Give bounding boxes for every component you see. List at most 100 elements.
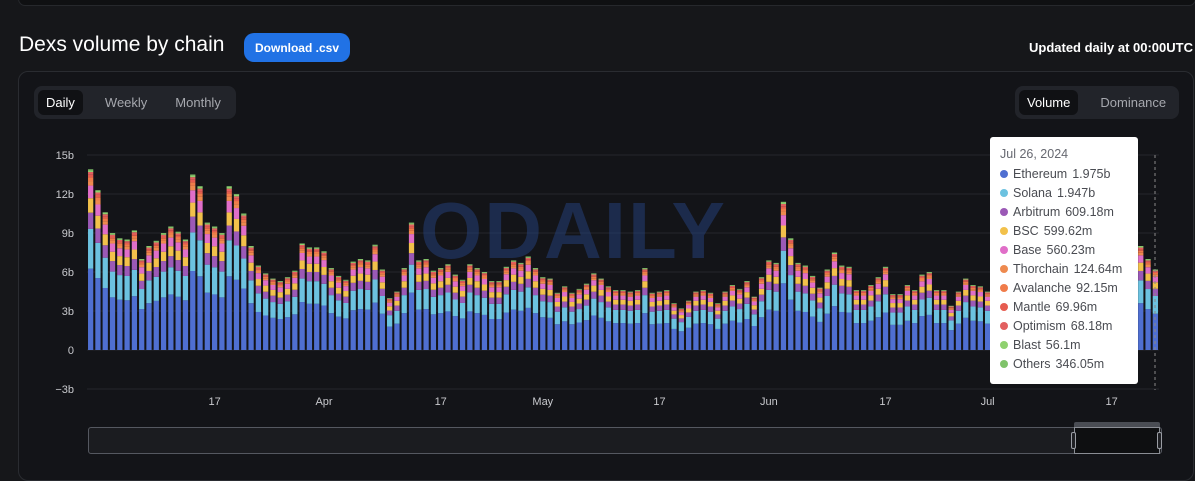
bar-segment-optimism	[766, 262, 771, 263]
bar-segment-thorchain	[168, 235, 173, 238]
bar-segment-mantle	[759, 279, 764, 280]
bar-segment-mantle	[1138, 249, 1143, 251]
bar-segment-base	[912, 296, 917, 300]
bar-segment-blast	[190, 175, 195, 177]
bar-segment-arbitrum	[438, 288, 443, 295]
tooltip-row: Optimism68.18m	[1000, 316, 1128, 335]
bar-segment-mantle	[584, 286, 589, 287]
bar-segment-base	[270, 285, 275, 290]
x-tick-label: Apr	[315, 396, 332, 408]
bar-segment-optimism	[599, 280, 604, 281]
bar-segment-ethereum	[970, 321, 975, 350]
bar-segment-mantle	[292, 273, 297, 274]
bar-segment-optimism	[496, 282, 501, 283]
bar-segment-ethereum	[919, 316, 924, 350]
bar-segment-solana	[248, 280, 253, 303]
bar-segment-bsc	[205, 243, 210, 253]
bar-segment-solana	[453, 299, 458, 316]
bar-segment-solana	[227, 240, 232, 276]
bar-segment-avalanche	[934, 293, 939, 294]
bar-segment-arbitrum	[190, 217, 195, 233]
bar-segment-ethereum	[854, 323, 859, 350]
bar-segment-base	[817, 293, 822, 297]
bar-segment-avalanche	[620, 293, 625, 294]
tooltip-row: Others346.05m	[1000, 354, 1128, 373]
bar-segment-base	[380, 277, 385, 283]
bar-segment-solana	[664, 310, 669, 323]
bar-segment-optimism	[963, 280, 968, 281]
bar-segment-arbitrum	[577, 304, 582, 310]
bar-segment-base	[234, 208, 239, 219]
bar-segment-thorchain	[613, 294, 618, 296]
bar-segment-mantle	[963, 281, 968, 282]
bar-segment-avalanche	[197, 194, 202, 197]
y-tick-label: 12b	[56, 189, 74, 201]
bar-segment-arbitrum	[562, 302, 567, 308]
tooltip-series-name: Thorchain	[1013, 262, 1069, 276]
bar-segment-mantle	[314, 250, 319, 252]
bar-segment-base	[810, 283, 815, 288]
bar-segment-blast	[292, 271, 297, 272]
bar-segment-others	[183, 240, 188, 241]
bar-segment-ethereum	[482, 315, 487, 350]
bar-segment-optimism	[139, 260, 144, 261]
bar-segment-blast	[496, 281, 501, 282]
bar-segment-arbitrum	[139, 281, 144, 289]
bar-segment-arbitrum	[511, 282, 516, 290]
bar-segment-solana	[788, 275, 793, 300]
bar-segment-mantle	[912, 292, 917, 293]
bar-segment-optimism	[547, 280, 552, 281]
bar-segment-base	[825, 277, 830, 283]
bar-segment-arbitrum	[628, 306, 633, 311]
bar-segment-ethereum	[591, 315, 596, 350]
bar-segment-bsc	[825, 282, 830, 288]
bar-segment-avalanche	[270, 282, 275, 283]
bar-segment-optimism	[927, 273, 932, 274]
bar-segment-solana	[774, 292, 779, 311]
bar-segment-ethereum	[766, 310, 771, 350]
bar-segment-base	[256, 273, 261, 279]
bar-segment-mantle	[715, 305, 720, 306]
tooltip-row: Blast56.1m	[1000, 335, 1128, 354]
bar-segment-bsc	[219, 252, 224, 261]
bar-segment-ethereum	[314, 304, 319, 350]
bar-segment-optimism	[861, 291, 866, 292]
bar-segment-mantle	[263, 276, 268, 277]
bar-segment-solana	[263, 299, 268, 316]
bar-segment-blast	[628, 292, 633, 293]
bar-segment-ethereum	[905, 321, 910, 350]
bar-segment-others	[117, 238, 122, 239]
bar-segment-bsc	[766, 275, 771, 282]
brush-window[interactable]	[1074, 427, 1160, 454]
bar-segment-bsc	[154, 258, 159, 267]
bar-segment-base	[854, 296, 859, 300]
bar-segment-thorchain	[285, 282, 290, 284]
bar-segment-bsc	[774, 277, 779, 284]
bar-segment-mantle	[270, 281, 275, 282]
bar-segment-optimism	[409, 225, 414, 227]
bar-segment-others	[132, 230, 137, 231]
bar-segment-avalanche	[409, 228, 414, 231]
brush-right-handle[interactable]	[1157, 432, 1162, 449]
bar-segment-mantle	[868, 287, 873, 288]
bar-segment-base	[139, 267, 144, 273]
x-axis-ticks: 17Apr17May17Jun17Jul17	[208, 396, 1117, 408]
bar-segment-mantle	[190, 180, 195, 183]
bar-segment-bsc	[95, 216, 100, 229]
bar-segment-arbitrum	[642, 288, 647, 295]
bar-segment-solana	[708, 312, 713, 325]
bar-segment-blast	[234, 195, 239, 197]
bar-segment-thorchain	[927, 277, 932, 279]
bar-segment-thorchain	[897, 298, 902, 299]
bar-segment-avalanche	[774, 267, 779, 269]
bar-segment-ethereum	[110, 297, 115, 350]
bar-segment-ethereum	[701, 323, 706, 350]
bar-segment-mantle	[679, 310, 684, 311]
brush-left-handle[interactable]	[1071, 432, 1076, 449]
x-tick-label: 17	[1105, 396, 1117, 408]
bar-segment-mantle	[810, 278, 815, 279]
range-brush[interactable]	[88, 427, 1162, 454]
bar-segment-solana	[482, 298, 487, 315]
bar-segment-mantle	[927, 274, 932, 275]
bar-segment-base	[701, 296, 706, 300]
